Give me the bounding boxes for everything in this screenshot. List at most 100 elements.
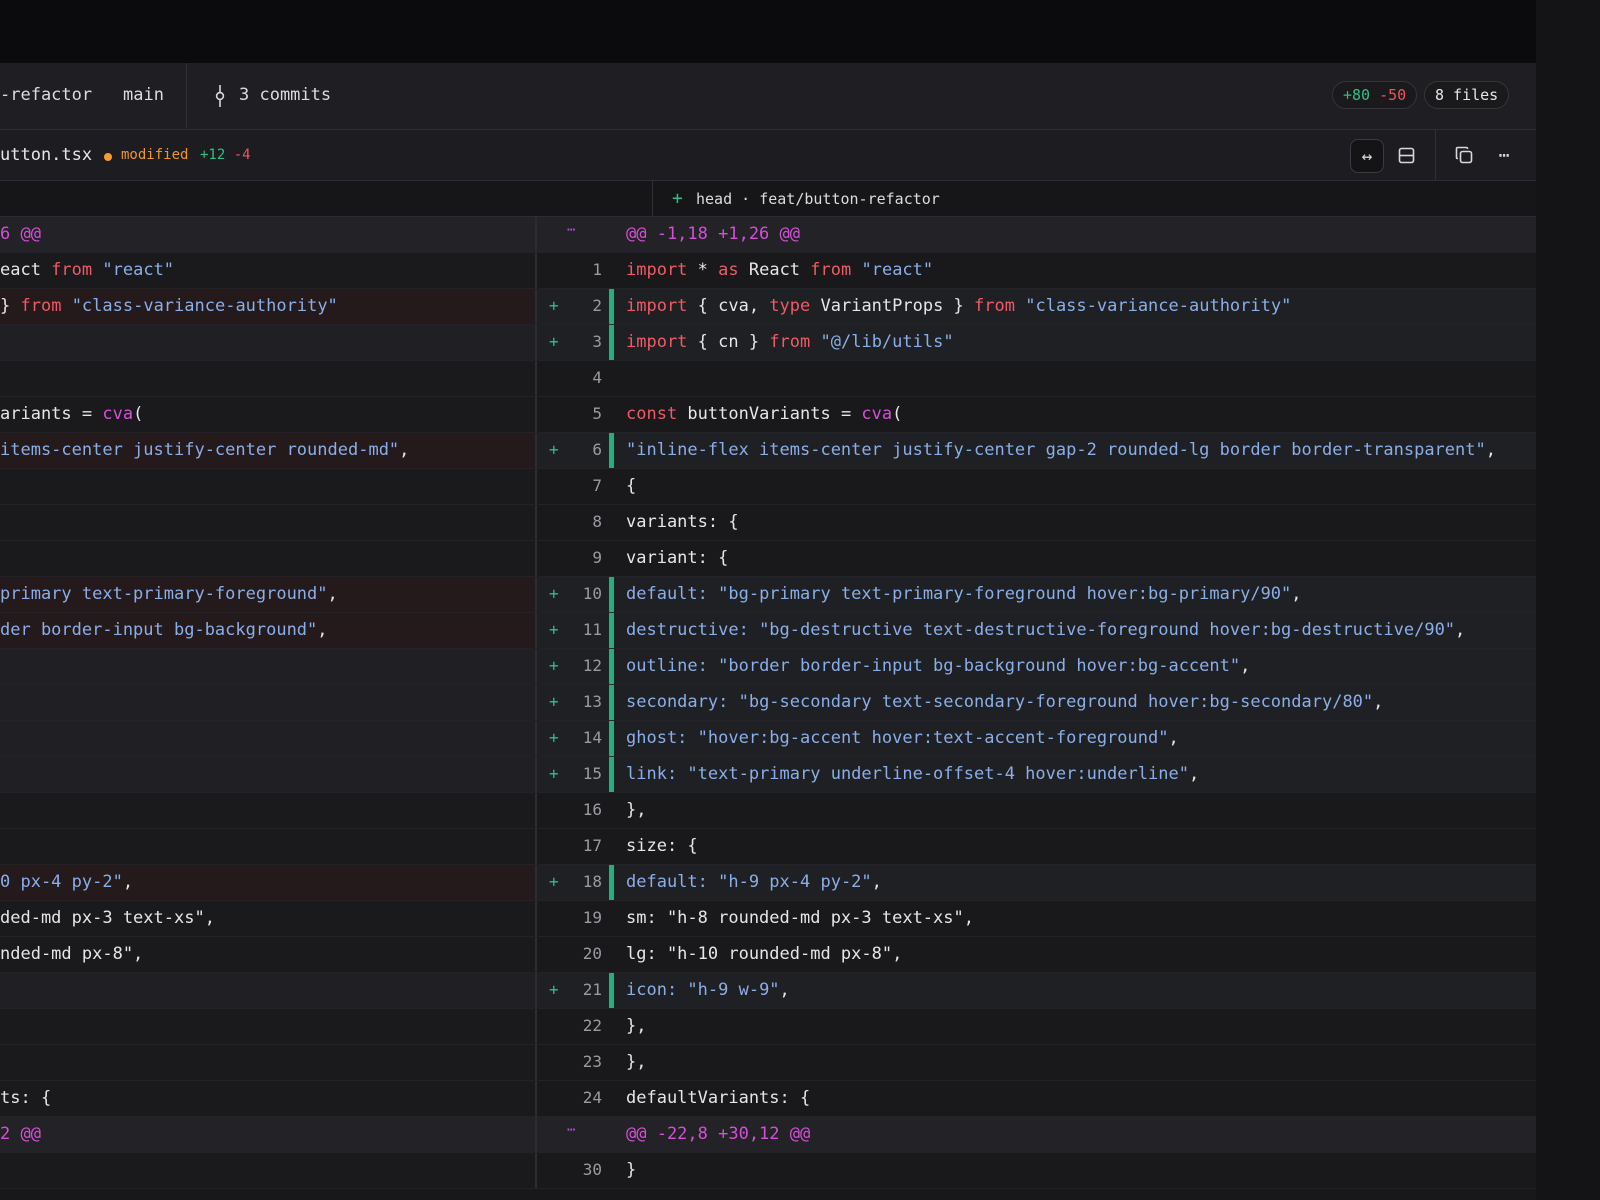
code-token: (	[133, 404, 144, 424]
line-number[interactable]: 4	[537, 368, 602, 387]
split-view-icon: ↔	[1361, 145, 1373, 167]
file-status: modified	[121, 147, 189, 163]
line-number[interactable]: 7	[537, 476, 602, 495]
code-token: primary text-primary-foreground"	[0, 584, 328, 604]
line-number[interactable]: 8	[537, 512, 602, 531]
more-options-button[interactable]: ⋯	[1488, 139, 1520, 171]
code-token: ded-md px-3 text-xs",	[0, 908, 215, 928]
line-number[interactable]: 30	[537, 1160, 602, 1179]
hunk-header-row: 2 @@ ⋯ @@ -22,8 +30,12 @@	[0, 1117, 1536, 1153]
code-token: React	[738, 260, 811, 280]
old-line-code: eact from "react"	[0, 260, 174, 280]
diff-row: +13 secondary: "bg-secondary text-seconda…	[0, 685, 1536, 721]
line-number[interactable]: 10	[537, 584, 602, 603]
old-side-line	[0, 541, 537, 576]
branch-to[interactable]: main	[123, 85, 164, 105]
new-side-line: 7{	[537, 469, 1536, 504]
old-side-line: nded-md px-8",	[0, 937, 537, 972]
code-token: from	[974, 296, 1015, 316]
divider	[1435, 130, 1436, 180]
code-token: ,	[327, 584, 338, 604]
code-token: cva	[861, 404, 893, 424]
line-number[interactable]: 5	[537, 404, 602, 423]
line-number[interactable]: 20	[537, 944, 602, 963]
divider	[652, 181, 653, 216]
line-number[interactable]: 21	[537, 980, 602, 999]
line-number[interactable]: 9	[537, 548, 602, 567]
line-number[interactable]: 18	[537, 872, 602, 891]
code-token: secondary:	[626, 692, 739, 712]
addition-marker	[609, 577, 614, 612]
new-side-line: ⋯ @@ -22,8 +30,12 @@	[537, 1117, 1536, 1152]
expand-hunk-button[interactable]: ⋯	[567, 1122, 575, 1138]
line-number[interactable]: 15	[537, 764, 602, 783]
line-number[interactable]: 24	[537, 1088, 602, 1107]
new-side-line: 16},	[537, 793, 1536, 828]
code-token: "class-variance-authority"	[1025, 296, 1292, 316]
code-token: },	[626, 800, 647, 820]
unified-view-button[interactable]	[1390, 139, 1422, 171]
line-number[interactable]: 1	[537, 260, 602, 279]
code-token: import	[626, 296, 688, 316]
line-number[interactable]: 16	[537, 800, 602, 819]
code-token: from	[20, 296, 62, 316]
new-line-code: destructive: "bg-destructive text-destru…	[626, 620, 1465, 640]
old-line-code: 6 @@	[0, 224, 41, 244]
new-side-line: 30}	[537, 1153, 1536, 1188]
line-number[interactable]: 12	[537, 656, 602, 675]
split-view-button[interactable]: ↔	[1350, 139, 1384, 173]
diff-row: } from "class-variance-authority" +2 impor…	[0, 289, 1536, 325]
new-side-line: +15 link: "text-primary underline-offset-…	[537, 757, 1536, 792]
code-token: @@ -1,18 +1,26 @@	[626, 224, 800, 244]
old-side-line	[0, 361, 537, 396]
code-token: der border-input bg-background"	[0, 620, 318, 640]
line-number[interactable]: 17	[537, 836, 602, 855]
new-line-code: link: "text-primary underline-offset-4 h…	[626, 764, 1199, 784]
branch-from[interactable]: -refactor	[0, 85, 92, 105]
commits-count[interactable]: 3 commits	[239, 85, 331, 105]
code-token: variant: {	[626, 548, 729, 568]
line-number[interactable]: 11	[537, 620, 602, 639]
new-line-code: import { cva, type VariantProps } from "…	[626, 296, 1291, 316]
old-line-code: 0 px-4 py-2",	[0, 872, 133, 892]
line-number[interactable]: 2	[537, 296, 602, 315]
diff-row: primary text-primary-foreground", +10 defa…	[0, 577, 1536, 613]
addition-marker	[609, 757, 614, 792]
line-number[interactable]: 14	[537, 728, 602, 747]
code-token: },	[626, 1016, 647, 1036]
new-side-line: +21 icon: "h-9 w-9",	[537, 973, 1536, 1008]
files-count-badge[interactable]: 8 files	[1424, 81, 1510, 109]
line-number[interactable]: 23	[537, 1052, 602, 1071]
code-token: type	[769, 296, 811, 316]
code-token: nded-md px-8",	[0, 944, 144, 964]
new-line-code: variant: {	[626, 548, 728, 568]
expand-hunk-button[interactable]: ⋯	[567, 222, 575, 238]
line-number[interactable]: 3	[537, 332, 602, 351]
diff-row: 23},	[0, 1045, 1536, 1081]
code-token: ,	[1485, 440, 1496, 460]
line-number[interactable]: 6	[537, 440, 602, 459]
file-name[interactable]: utton.tsx	[0, 145, 92, 165]
old-line-code: primary text-primary-foreground",	[0, 584, 338, 604]
code-token: "border border-input bg-background hover…	[718, 656, 1241, 676]
window-backdrop	[1536, 0, 1600, 1200]
new-side-line: 17 size: {	[537, 829, 1536, 864]
new-side-line: +18 default: "h-9 px-4 py-2",	[537, 865, 1536, 900]
file-additions: +12	[200, 147, 226, 163]
code-token: }	[626, 1160, 637, 1180]
code-token: "inline-flex items-center justify-center…	[626, 440, 1486, 460]
line-number[interactable]: 19	[537, 908, 602, 927]
diff-row: 22},	[0, 1009, 1536, 1045]
old-side-line: eact from "react"	[0, 253, 537, 288]
new-line-code: import * as React from "react"	[626, 260, 933, 280]
file-header: utton.tsx modified +12 -4 ↔ ⋯	[0, 130, 1536, 181]
code-token: ,	[317, 620, 328, 640]
line-number[interactable]: 13	[537, 692, 602, 711]
copy-button[interactable]	[1448, 139, 1480, 171]
code-token: ts: {	[0, 1088, 52, 1108]
line-number[interactable]: 22	[537, 1016, 602, 1035]
diff-row: ded-md px-3 text-xs", 19 sm: "h-8 rounded-…	[0, 901, 1536, 937]
code-token: import	[626, 332, 688, 352]
